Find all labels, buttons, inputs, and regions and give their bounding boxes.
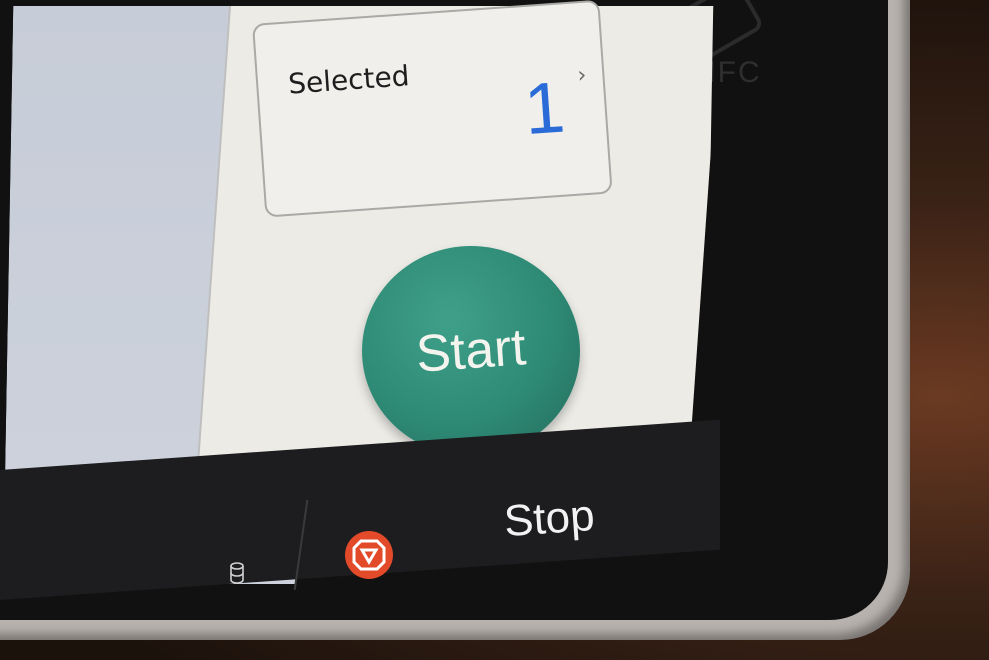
database-icon[interactable] [230,562,244,584]
selected-count-button[interactable]: Selected 1 › [252,0,613,218]
selected-label: Selected [287,59,411,101]
stop-label[interactable]: Stop [502,491,596,547]
start-label: Start [414,318,528,384]
stop-octagon-icon[interactable] [344,530,394,580]
chevron-right-icon: › [576,62,588,89]
start-button[interactable]: Start [362,246,580,456]
selected-count: 1 [521,67,568,151]
